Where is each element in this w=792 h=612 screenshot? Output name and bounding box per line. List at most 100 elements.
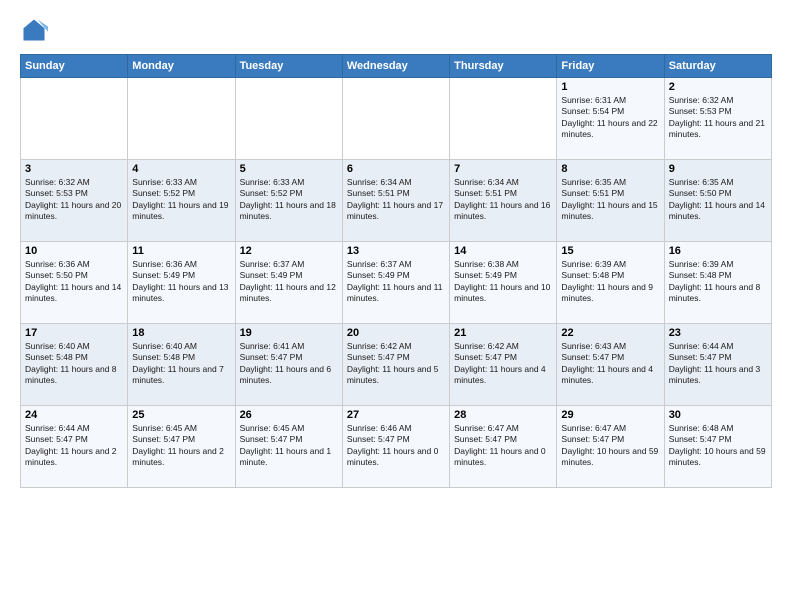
day-number: 10 bbox=[25, 245, 123, 257]
day-cell: 10Sunrise: 6:36 AMSunset: 5:50 PMDayligh… bbox=[21, 242, 128, 324]
day-info: Sunrise: 6:42 AMSunset: 5:47 PMDaylight:… bbox=[347, 341, 445, 387]
week-row-1: 3 Sunrise: 6:32 AMSunset: 5:53 PMDaylight… bbox=[21, 160, 772, 242]
day-info: Sunrise: 6:33 AMSunset: 5:52 PMDaylight:… bbox=[132, 177, 230, 223]
day-info: Sunrise: 6:40 AMSunset: 5:48 PMDaylight:… bbox=[132, 341, 230, 387]
day-number: 6 bbox=[347, 163, 445, 175]
day-number: 22 bbox=[561, 327, 659, 339]
day-cell: 4 Sunrise: 6:33 AMSunset: 5:52 PMDaylight… bbox=[128, 160, 235, 242]
day-info: Sunrise: 6:41 AMSunset: 5:47 PMDaylight:… bbox=[240, 341, 338, 387]
day-number: 21 bbox=[454, 327, 552, 339]
day-number: 4 bbox=[132, 163, 230, 175]
day-number: 2 bbox=[669, 81, 767, 93]
day-cell: 23 Sunrise: 6:44 AMSunset: 5:47 PMDayligh… bbox=[664, 324, 771, 406]
page: SundayMondayTuesdayWednesdayThursdayFrid… bbox=[0, 0, 792, 612]
day-number: 18 bbox=[132, 327, 230, 339]
day-info: Sunrise: 6:34 AMSunset: 5:51 PMDaylight:… bbox=[454, 177, 552, 223]
day-info: Sunrise: 6:44 AMSunset: 5:47 PMDaylight:… bbox=[669, 341, 767, 387]
day-info: Sunrise: 6:37 AMSunset: 5:49 PMDaylight:… bbox=[240, 259, 338, 305]
day-number: 26 bbox=[240, 409, 338, 421]
day-number: 7 bbox=[454, 163, 552, 175]
day-cell: 9 Sunrise: 6:35 AMSunset: 5:50 PMDaylight… bbox=[664, 160, 771, 242]
day-cell: 29 Sunrise: 6:47 AMSunset: 5:47 PMDayligh… bbox=[557, 406, 664, 488]
day-info: Sunrise: 6:32 AMSunset: 5:53 PMDaylight:… bbox=[25, 177, 123, 223]
day-number: 30 bbox=[669, 409, 767, 421]
day-cell: 18 Sunrise: 6:40 AMSunset: 5:48 PMDayligh… bbox=[128, 324, 235, 406]
calendar-body: 1 Sunrise: 6:31 AMSunset: 5:54 PMDaylight… bbox=[21, 78, 772, 488]
logo bbox=[20, 16, 52, 44]
day-cell: 14 Sunrise: 6:38 AMSunset: 5:49 PMDayligh… bbox=[450, 242, 557, 324]
day-number: 9 bbox=[669, 163, 767, 175]
day-info: Sunrise: 6:42 AMSunset: 5:47 PMDaylight:… bbox=[454, 341, 552, 387]
day-number: 5 bbox=[240, 163, 338, 175]
day-cell: 26 Sunrise: 6:45 AMSunset: 5:47 PMDayligh… bbox=[235, 406, 342, 488]
day-info: Sunrise: 6:45 AMSunset: 5:47 PMDaylight:… bbox=[240, 423, 338, 469]
day-cell bbox=[128, 78, 235, 160]
day-number: 27 bbox=[347, 409, 445, 421]
day-number: 3 bbox=[25, 163, 123, 175]
day-info: Sunrise: 6:35 AMSunset: 5:50 PMDaylight:… bbox=[669, 177, 767, 223]
day-info: Sunrise: 6:45 AMSunset: 5:47 PMDaylight:… bbox=[132, 423, 230, 469]
day-info: Sunrise: 6:44 AMSunset: 5:47 PMDaylight:… bbox=[25, 423, 123, 469]
day-cell: 27 Sunrise: 6:46 AMSunset: 5:47 PMDayligh… bbox=[342, 406, 449, 488]
day-info: Sunrise: 6:35 AMSunset: 5:51 PMDaylight:… bbox=[561, 177, 659, 223]
day-number: 14 bbox=[454, 245, 552, 257]
day-cell: 30 Sunrise: 6:48 AMSunset: 5:47 PMDayligh… bbox=[664, 406, 771, 488]
day-number: 8 bbox=[561, 163, 659, 175]
day-cell: 2 Sunrise: 6:32 AMSunset: 5:53 PMDaylight… bbox=[664, 78, 771, 160]
col-header-wednesday: Wednesday bbox=[342, 55, 449, 78]
day-cell: 28Sunrise: 6:47 AMSunset: 5:47 PMDayligh… bbox=[450, 406, 557, 488]
day-cell: 25 Sunrise: 6:45 AMSunset: 5:47 PMDayligh… bbox=[128, 406, 235, 488]
col-header-saturday: Saturday bbox=[664, 55, 771, 78]
day-info: Sunrise: 6:46 AMSunset: 5:47 PMDaylight:… bbox=[347, 423, 445, 469]
day-info: Sunrise: 6:39 AMSunset: 5:48 PMDaylight:… bbox=[561, 259, 659, 305]
day-number: 20 bbox=[347, 327, 445, 339]
day-cell: 6 Sunrise: 6:34 AMSunset: 5:51 PMDaylight… bbox=[342, 160, 449, 242]
col-header-sunday: Sunday bbox=[21, 55, 128, 78]
header bbox=[20, 16, 772, 44]
day-info: Sunrise: 6:33 AMSunset: 5:52 PMDaylight:… bbox=[240, 177, 338, 223]
day-number: 23 bbox=[669, 327, 767, 339]
week-row-0: 1 Sunrise: 6:31 AMSunset: 5:54 PMDaylight… bbox=[21, 78, 772, 160]
day-cell bbox=[235, 78, 342, 160]
day-number: 13 bbox=[347, 245, 445, 257]
calendar-header: SundayMondayTuesdayWednesdayThursdayFrid… bbox=[21, 55, 772, 78]
day-info: Sunrise: 6:39 AMSunset: 5:48 PMDaylight:… bbox=[669, 259, 767, 305]
day-info: Sunrise: 6:47 AMSunset: 5:47 PMDaylight:… bbox=[454, 423, 552, 469]
day-info: Sunrise: 6:47 AMSunset: 5:47 PMDaylight:… bbox=[561, 423, 659, 469]
day-cell bbox=[21, 78, 128, 160]
day-cell: 5 Sunrise: 6:33 AMSunset: 5:52 PMDaylight… bbox=[235, 160, 342, 242]
day-cell: 7 Sunrise: 6:34 AMSunset: 5:51 PMDaylight… bbox=[450, 160, 557, 242]
day-number: 25 bbox=[132, 409, 230, 421]
day-number: 17 bbox=[25, 327, 123, 339]
day-cell: 17 Sunrise: 6:40 AMSunset: 5:48 PMDayligh… bbox=[21, 324, 128, 406]
day-info: Sunrise: 6:40 AMSunset: 5:48 PMDaylight:… bbox=[25, 341, 123, 387]
day-cell: 24Sunrise: 6:44 AMSunset: 5:47 PMDayligh… bbox=[21, 406, 128, 488]
col-header-thursday: Thursday bbox=[450, 55, 557, 78]
header-row: SundayMondayTuesdayWednesdayThursdayFrid… bbox=[21, 55, 772, 78]
day-cell: 21 Sunrise: 6:42 AMSunset: 5:47 PMDayligh… bbox=[450, 324, 557, 406]
day-cell: 11 Sunrise: 6:36 AMSunset: 5:49 PMDayligh… bbox=[128, 242, 235, 324]
day-info: Sunrise: 6:32 AMSunset: 5:53 PMDaylight:… bbox=[669, 95, 767, 141]
day-cell: 12 Sunrise: 6:37 AMSunset: 5:49 PMDayligh… bbox=[235, 242, 342, 324]
day-cell: 19 Sunrise: 6:41 AMSunset: 5:47 PMDayligh… bbox=[235, 324, 342, 406]
day-cell: 13 Sunrise: 6:37 AMSunset: 5:49 PMDayligh… bbox=[342, 242, 449, 324]
day-info: Sunrise: 6:31 AMSunset: 5:54 PMDaylight:… bbox=[561, 95, 659, 141]
day-number: 11 bbox=[132, 245, 230, 257]
day-info: Sunrise: 6:43 AMSunset: 5:47 PMDaylight:… bbox=[561, 341, 659, 387]
logo-icon bbox=[20, 16, 48, 44]
day-cell: 8 Sunrise: 6:35 AMSunset: 5:51 PMDaylight… bbox=[557, 160, 664, 242]
day-info: Sunrise: 6:37 AMSunset: 5:49 PMDaylight:… bbox=[347, 259, 445, 305]
day-number: 12 bbox=[240, 245, 338, 257]
day-cell: 22 Sunrise: 6:43 AMSunset: 5:47 PMDayligh… bbox=[557, 324, 664, 406]
day-number: 1 bbox=[561, 81, 659, 93]
day-cell bbox=[450, 78, 557, 160]
day-number: 19 bbox=[240, 327, 338, 339]
week-row-3: 17 Sunrise: 6:40 AMSunset: 5:48 PMDayligh… bbox=[21, 324, 772, 406]
day-info: Sunrise: 6:38 AMSunset: 5:49 PMDaylight:… bbox=[454, 259, 552, 305]
day-info: Sunrise: 6:36 AMSunset: 5:49 PMDaylight:… bbox=[132, 259, 230, 305]
calendar: SundayMondayTuesdayWednesdayThursdayFrid… bbox=[20, 54, 772, 488]
day-cell bbox=[342, 78, 449, 160]
day-number: 29 bbox=[561, 409, 659, 421]
day-info: Sunrise: 6:34 AMSunset: 5:51 PMDaylight:… bbox=[347, 177, 445, 223]
day-info: Sunrise: 6:48 AMSunset: 5:47 PMDaylight:… bbox=[669, 423, 767, 469]
